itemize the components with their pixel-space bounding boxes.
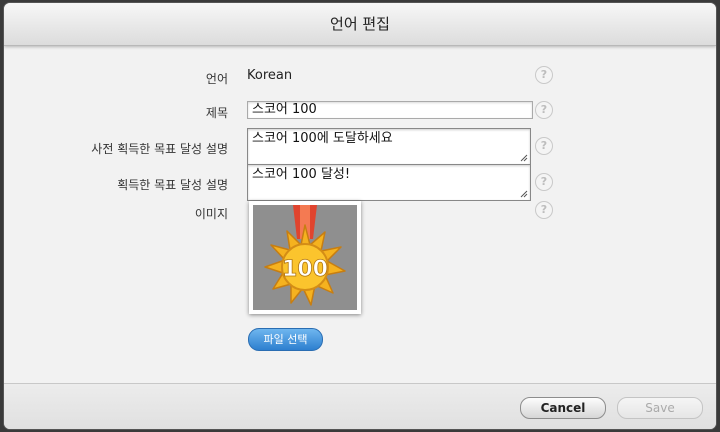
achievement-image-preview: 100 — [249, 201, 361, 314]
edit-language-dialog: 언어 편집 언어 Korean ? 제목 스코어 100 ? 사전 획득한 목표… — [4, 3, 716, 429]
title-help-icon[interactable]: ? — [535, 101, 553, 119]
language-label: 언어 — [205, 72, 228, 86]
title-label: 제목 — [205, 106, 228, 120]
medal-icon: 100 — [264, 205, 346, 306]
choose-file-button[interactable]: 파일 선택 — [248, 328, 323, 351]
pre-description-text: 스코어 100에 도달하세요 — [252, 131, 393, 146]
cancel-button[interactable]: Cancel — [520, 397, 606, 419]
language-help-icon[interactable]: ? — [535, 66, 553, 84]
dialog-title: 언어 편집 — [4, 3, 716, 46]
post-description-label: 획득한 목표 달성 설명 — [117, 178, 228, 192]
image-label: 이미지 — [194, 207, 228, 221]
post-description-text: 스코어 100 달성! — [252, 167, 351, 182]
pre-description-textarea[interactable]: 스코어 100에 도달하세요 — [247, 128, 531, 165]
dialog-footer: Cancel Save — [4, 383, 716, 429]
pre-description-help-icon[interactable]: ? — [535, 137, 553, 155]
post-description-help-icon[interactable]: ? — [535, 173, 553, 191]
pre-description-label: 사전 획득한 목표 달성 설명 — [91, 142, 228, 156]
medal-badge-text: 100 — [282, 257, 328, 282]
image-help-icon[interactable]: ? — [535, 201, 553, 219]
language-value: Korean — [247, 68, 293, 83]
save-button[interactable]: Save — [617, 397, 703, 419]
resize-grip-icon[interactable] — [520, 190, 528, 198]
resize-grip-icon[interactable] — [520, 154, 528, 162]
title-input[interactable]: 스코어 100 — [247, 101, 533, 119]
post-description-textarea[interactable]: 스코어 100 달성! — [247, 164, 531, 201]
